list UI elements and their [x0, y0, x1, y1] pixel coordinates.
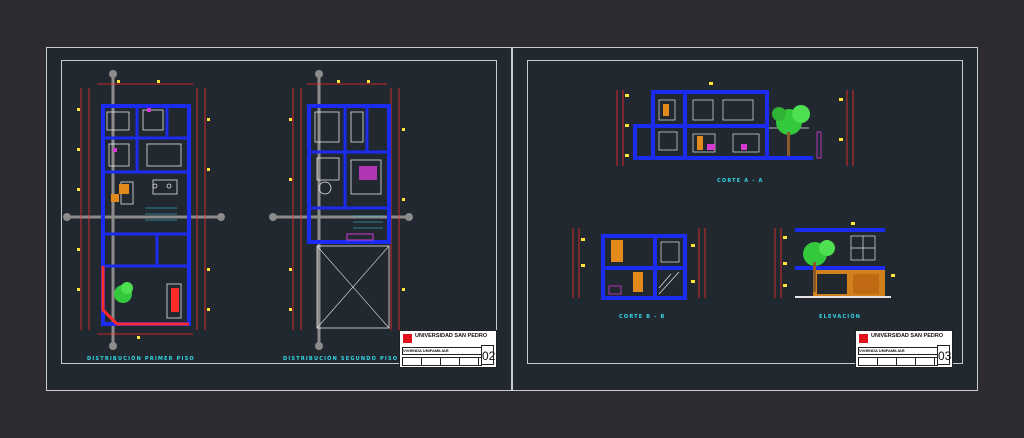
- title-block[interactable]: UNIVERSIDAD SAN PEDRO VIVIENDA UNIFAMILI…: [855, 330, 953, 368]
- caption-elevation: ELEVACIÓN: [819, 314, 862, 320]
- sheet-number: 02: [481, 345, 495, 365]
- info-cells: [402, 357, 482, 366]
- sheet-number: 03: [937, 345, 951, 365]
- project-name: VIVIENDA UNIFAMILIAR: [403, 348, 449, 353]
- university-name: UNIVERSIDAD SAN PEDRO: [871, 333, 944, 339]
- caption-first-floor: DISTRIBUCIÓN PRIMER PISO: [87, 356, 195, 362]
- university-logo: [403, 334, 412, 343]
- section-aa: [616, 82, 854, 166]
- caption-second-floor: DISTRIBUCIÓN SEGUNDO PISO: [283, 356, 399, 362]
- university-logo: [859, 334, 868, 343]
- first-floor-plan: [63, 70, 225, 350]
- title-block[interactable]: UNIVERSIDAD SAN PEDRO VIVIENDA UNIFAMILI…: [399, 330, 497, 368]
- caption-section-bb: CORTE B - B: [619, 314, 666, 320]
- university-name: UNIVERSIDAD SAN PEDRO: [415, 333, 488, 339]
- project-name: VIVIENDA UNIFAMILIAR: [859, 348, 905, 353]
- section-bb: [572, 228, 706, 300]
- sheet-floor-plans[interactable]: DISTRIBUCIÓN PRIMER PISO DISTRIBUCIÓN SE…: [46, 47, 512, 391]
- elevation: [774, 222, 895, 298]
- caption-section-aa: CORTE A - A: [717, 178, 764, 184]
- second-floor-plan: [269, 70, 413, 350]
- info-cells: [858, 357, 938, 366]
- cad-model-space[interactable]: DISTRIBUCIÓN PRIMER PISO DISTRIBUCIÓN SE…: [46, 47, 978, 391]
- sheet-sections-elevation[interactable]: CORTE A - A CORTE B - B ELEVACIÓN UNIVER…: [512, 47, 978, 391]
